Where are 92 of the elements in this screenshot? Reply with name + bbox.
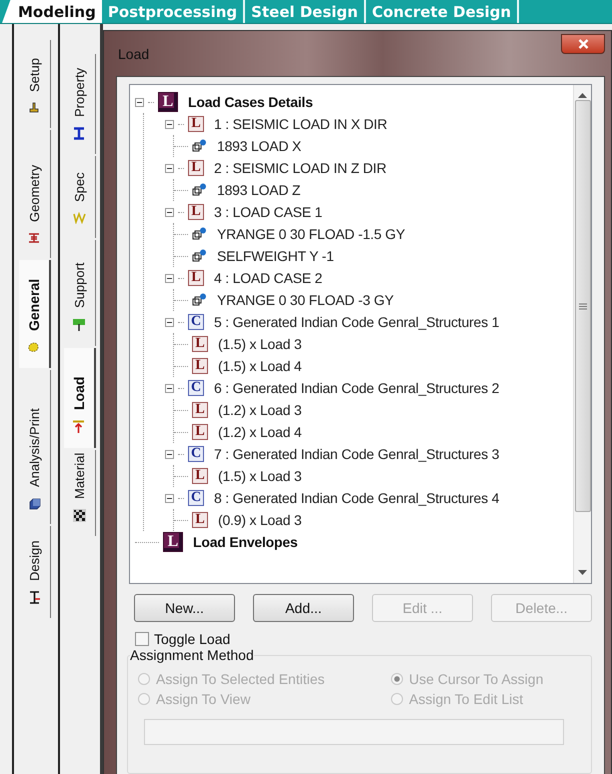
tab-label: Geometry [27, 164, 42, 222]
letter-icon: L [188, 160, 204, 176]
beam-arrow-icon [28, 591, 41, 604]
dialog-button[interactable]: New... [134, 594, 235, 622]
tree-item[interactable]: Load Envelopes [193, 534, 298, 550]
load-arrow-icon [72, 420, 86, 434]
zigzag-icon [73, 212, 86, 224]
tab-label: Material [72, 452, 87, 499]
collapse-icon[interactable] [165, 164, 174, 172]
tab-label: Setup [27, 58, 42, 92]
letter-icon: C [188, 314, 204, 330]
load-item-icon [192, 182, 207, 198]
tree-item[interactable]: 6 : Generated Indian Code Genral_Structures 2 [214, 380, 500, 396]
letter-icon: L [192, 336, 208, 352]
hammer-icon [28, 102, 40, 114]
scrollbar[interactable] [573, 85, 591, 583]
tab-label: Support [72, 262, 87, 308]
side-tab[interactable]: Load [64, 348, 96, 448]
tab-label: Analysis/Print [27, 408, 42, 487]
tree-item[interactable]: 2 : SEISMIC LOAD IN Z DIR [214, 160, 386, 176]
letter-icon: C [188, 380, 204, 396]
collapse-icon[interactable] [165, 208, 174, 216]
i-beam-icon [74, 127, 86, 140]
tree-item[interactable]: (1.2) x Load 3 [218, 402, 302, 418]
beam-icon [28, 232, 40, 244]
load-item-icon [192, 248, 207, 264]
letter-icon: L [188, 270, 204, 286]
letter-icon: L [192, 402, 208, 418]
collapse-icon[interactable] [165, 494, 174, 502]
collapse-icon[interactable] [165, 274, 174, 282]
collapse-icon[interactable] [165, 384, 174, 392]
tree-item[interactable]: 4 : LOAD CASE 2 [214, 270, 322, 286]
side-tab[interactable]: General [19, 260, 51, 368]
letter-icon: L [192, 468, 208, 484]
radio-label: Assign To View [156, 691, 250, 707]
tree-item[interactable]: 3 : LOAD CASE 1 [214, 204, 322, 220]
tree-item[interactable]: YRANGE 0 30 FLOAD -1.5 GY [217, 226, 405, 242]
collapse-icon[interactable] [165, 318, 174, 326]
tree-item[interactable]: 1 : SEISMIC LOAD IN X DIR [214, 116, 388, 132]
close-button[interactable] [561, 34, 605, 54]
letter-icon: L [192, 424, 208, 440]
tree-item[interactable]: (1.5) x Load 4 [218, 358, 302, 374]
blob-icon [28, 341, 40, 354]
group-label: Assignment Method [130, 647, 254, 663]
radio-label: Assign To Edit List [409, 691, 524, 707]
letter-icon: L [192, 512, 208, 528]
checkbox-label: Toggle Load [154, 631, 230, 647]
tree-item[interactable]: 1893 LOAD X [217, 138, 302, 154]
collapse-icon[interactable] [165, 120, 174, 128]
tab-corner [0, 0, 12, 23]
tab-label: Design [27, 540, 42, 581]
tree-item[interactable]: 1893 LOAD Z [217, 182, 300, 198]
tree-item[interactable]: (0.9) x Load 3 [218, 512, 302, 528]
letter-icon: C [188, 490, 204, 506]
tab-label: Property [72, 68, 87, 117]
letter-icon: L [158, 92, 178, 112]
scroll-thumb[interactable] [574, 100, 590, 512]
scroll-up-icon[interactable] [578, 93, 587, 98]
radio-label: Use Cursor To Assign [409, 671, 544, 687]
cube-icon [28, 497, 41, 510]
load-item-icon [192, 138, 207, 154]
tree-item[interactable]: 8 : Generated Indian Code Genral_Structures 4 [214, 490, 500, 506]
ribbon-tab[interactable]: Modeling [12, 0, 102, 23]
tree-item[interactable]: (1.5) x Load 3 [218, 336, 302, 352]
radio-label: Assign To Selected Entities [156, 671, 325, 687]
letter-icon: C [188, 446, 204, 462]
load-item-icon [192, 292, 207, 308]
tab-label: General [26, 278, 42, 331]
letter-icon: L [188, 116, 204, 132]
tab-label: Load [71, 376, 87, 410]
tree-item[interactable]: (1.5) x Load 3 [218, 468, 302, 484]
scroll-down-icon[interactable] [578, 570, 587, 575]
close-icon [578, 38, 588, 48]
tab-label: Spec [72, 172, 87, 202]
tree-item[interactable]: 7 : Generated Indian Code Genral_Structures 3 [214, 446, 500, 462]
support-icon [72, 318, 86, 332]
checker-icon [73, 509, 86, 522]
tree-item[interactable]: SELFWEIGHT Y -1 [217, 248, 334, 264]
grip-icon [578, 302, 586, 310]
window-title: Load [117, 46, 150, 62]
tree-item[interactable]: (1.2) x Load 4 [218, 424, 302, 440]
tree-item[interactable]: 5 : Generated Indian Code Genral_Structures 1 [214, 314, 500, 330]
tree-item[interactable]: Load Cases Details [188, 94, 313, 110]
letter-icon: L [188, 204, 204, 220]
letter-icon: L [192, 358, 208, 374]
collapse-icon[interactable] [165, 450, 174, 458]
dialog-button[interactable]: Add... [253, 594, 354, 622]
tree-item[interactable]: YRANGE 0 30 FLOAD -3 GY [217, 292, 394, 308]
checkbox[interactable] [135, 632, 149, 646]
load-item-icon [192, 226, 207, 242]
letter-icon: L [163, 532, 183, 552]
collapse-icon[interactable] [135, 98, 144, 106]
